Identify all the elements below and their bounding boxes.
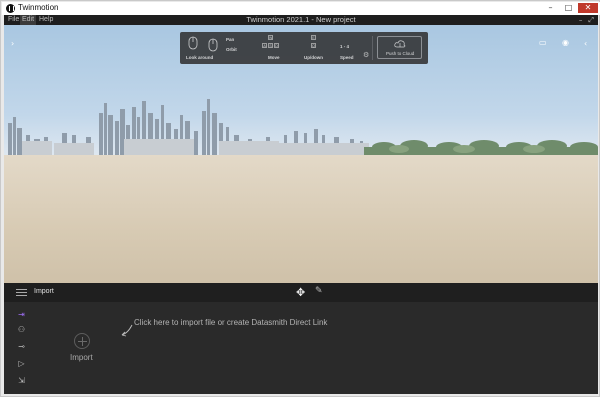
- close-button[interactable]: ✕: [578, 3, 598, 13]
- key-w-icon: W: [268, 35, 273, 40]
- bottom-toolbar: Import ✥ ✎: [4, 283, 598, 302]
- up-down-label: Up/down: [304, 55, 323, 60]
- menu-hamburger-icon[interactable]: [16, 289, 27, 296]
- import-hint-text[interactable]: Click here to import file or create Data…: [134, 318, 327, 327]
- expand-right-icon[interactable]: ‹: [584, 39, 587, 48]
- key-s-icon: S: [268, 43, 273, 48]
- key-e-icon: E: [311, 35, 316, 40]
- import-sidebar-icon[interactable]: ⇥: [16, 310, 27, 319]
- push-to-cloud-label: Push to Cloud: [386, 51, 415, 56]
- cloud-upload-icon: [394, 40, 406, 48]
- key-d-icon: D: [274, 43, 279, 48]
- maximize-button[interactable]: □: [560, 3, 577, 13]
- app-minimize-button[interactable]: –: [579, 15, 583, 25]
- app-window: Twinmotion – □ ✕ File Edit Help Twinmoti…: [0, 0, 600, 397]
- move-gizmo-icon[interactable]: ✥: [296, 286, 305, 299]
- library-sidebar-icon[interactable]: ⚇: [16, 325, 27, 334]
- export-sidebar-icon[interactable]: ⇲: [16, 376, 27, 385]
- window-controls: – □ ✕: [542, 3, 598, 13]
- speed-keys: 1 - 4: [340, 44, 350, 49]
- title-bar: Twinmotion – □ ✕: [2, 2, 600, 15]
- key-a-icon: A: [262, 43, 267, 48]
- key-q-icon: Q: [311, 43, 316, 48]
- mouse-look-icon: [188, 36, 198, 50]
- orbit-label: Orbit: [226, 47, 237, 52]
- city-skyline: [8, 99, 598, 155]
- menu-bar: File Edit Help Twinmotion 2021.1 - New p…: [4, 15, 598, 25]
- eyedropper-icon[interactable]: ✎: [315, 286, 323, 296]
- speed-label: Speed: [340, 55, 354, 60]
- eye-icon[interactable]: ◉: [562, 38, 569, 47]
- move-label: Move: [268, 55, 280, 60]
- tab-import[interactable]: Import: [34, 288, 54, 295]
- app-window-controls: – ⤢: [579, 15, 594, 25]
- app-title: Twinmotion: [18, 3, 59, 12]
- ground-plane: [4, 155, 598, 283]
- path-sidebar-icon[interactable]: ⊸: [16, 342, 27, 351]
- project-title: Twinmotion 2021.1 - New project: [246, 15, 356, 24]
- pan-label: Pan: [226, 37, 235, 42]
- import-add-button[interactable]: [74, 333, 90, 349]
- look-around-label: Look around: [186, 55, 214, 60]
- layout-icon[interactable]: ▭: [539, 38, 547, 47]
- fullscreen-button[interactable]: ⤢: [588, 15, 594, 25]
- 3d-viewport[interactable]: › ▭ ◉ ‹ Look around Pan Orbit W A S D Mo…: [4, 25, 598, 283]
- push-to-cloud-button[interactable]: Push to Cloud: [377, 36, 422, 59]
- media-sidebar-icon[interactable]: ▷: [16, 359, 27, 368]
- expand-left-icon[interactable]: ›: [11, 39, 14, 48]
- hint-arrow-icon: [121, 324, 133, 337]
- minimize-button[interactable]: –: [542, 3, 559, 13]
- import-panel: ⇥ ⚇ ⊸ ▷ ⇲ Import Click here to import fi…: [4, 302, 598, 394]
- import-button-label[interactable]: Import: [70, 353, 93, 362]
- panel-divider: [372, 36, 373, 60]
- navigation-panel: Look around Pan Orbit W A S D Move E Q U…: [180, 32, 428, 64]
- twinmotion-logo-icon: [6, 4, 15, 13]
- settings-gear-icon[interactable]: ⚙: [363, 51, 369, 59]
- mouse-pan-orbit-icon: [208, 38, 218, 52]
